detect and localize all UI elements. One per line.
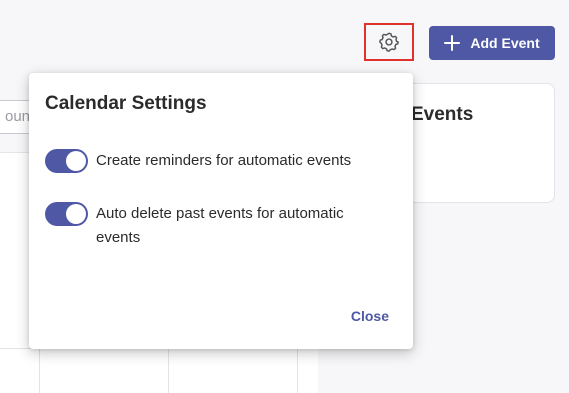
- setting-create-reminders: Create reminders for automatic events: [45, 149, 385, 173]
- close-button[interactable]: Close: [351, 308, 389, 324]
- plus-icon: [444, 35, 461, 51]
- add-event-button[interactable]: Add Event: [429, 26, 555, 60]
- add-event-label: Add Event: [470, 35, 540, 51]
- create-reminders-label: Create reminders for automatic events: [96, 152, 352, 169]
- calendar-settings-dialog: Calendar Settings Create reminders for a…: [29, 73, 413, 349]
- setting-auto-delete: Auto delete past events for automatic ev…: [45, 202, 385, 250]
- gear-icon: [379, 32, 399, 52]
- dialog-title: Calendar Settings: [45, 93, 207, 114]
- toggle-knob: [66, 204, 86, 224]
- events-card-title: Events: [411, 104, 474, 125]
- auto-delete-label: Auto delete past events for automatic ev…: [96, 205, 344, 246]
- toggle-knob: [66, 151, 86, 171]
- create-reminders-toggle[interactable]: [45, 149, 88, 173]
- auto-delete-toggle[interactable]: [45, 202, 88, 226]
- settings-button[interactable]: [364, 23, 414, 61]
